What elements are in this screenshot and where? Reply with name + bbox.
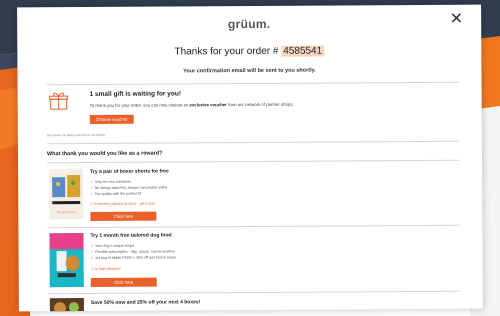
brand-logo: grüum.: [227, 16, 271, 32]
confirmation-subtitle: Your confirmation email will be sent to …: [183, 67, 316, 75]
offer-click-here-button[interactable]: Click here: [90, 211, 157, 221]
offer-title: Save 50% now and 25% off your next 4 box…: [90, 299, 201, 306]
reward-question: What thank you would you like as a rewar…: [46, 150, 163, 158]
urgency-note: ◷ In high demand!: [90, 266, 121, 271]
offer-image-dog-food[interactable]: [49, 233, 84, 288]
close-icon[interactable]: ✕: [450, 9, 464, 29]
check-icon: ✓: [90, 243, 94, 248]
gift-icon: [49, 91, 69, 111]
offer-bullet: ✓Flexible subscription - skip, pause, ca…: [90, 249, 176, 254]
offer-bullet: ✓Your dog's unique recipe: [90, 243, 135, 248]
image-caption: The pair for free: [56, 210, 77, 215]
order-confirmation-modal: grüum. ✕ Thanks for your order # 4585541…: [17, 4, 483, 312]
check-icon: ✓: [90, 255, 94, 260]
offer-bullet: ✓1st bag of kibble FREE + 30% off wet fo…: [90, 255, 177, 260]
offer-bullet: ✓No strings attached, always cancelable …: [90, 185, 168, 190]
check-icon: ✓: [90, 249, 94, 254]
offer-image-meal-box[interactable]: [49, 298, 84, 312]
gift-title: 1 small gift is waiting for you!: [89, 90, 182, 98]
offer-title: Try 1 month free tailored dog food: [90, 232, 172, 239]
gift-description: To thank you for your order, you can now…: [89, 101, 294, 108]
data-protection-link[interactable]: Information on data protection by Sovend…: [47, 133, 105, 137]
check-icon: ✓: [90, 191, 94, 196]
check-icon: ✓: [90, 179, 94, 184]
check-icon: ✓: [90, 185, 94, 190]
offer-click-here-button[interactable]: Click here: [90, 277, 157, 287]
page-title: Thanks for your order # 4585541: [17, 45, 481, 59]
divider: [47, 224, 460, 229]
offer-image-boxers[interactable]: The pair for free: [49, 169, 84, 220]
order-number: 4585541: [281, 45, 325, 57]
divider: [47, 159, 460, 164]
offer-bullet: ✓Only for new members: [90, 179, 131, 184]
urgency-note: ◷ Extremely popular product - get it fas…: [90, 201, 156, 206]
offer-bullet: ✓Top quality with the perfect fit: [90, 191, 142, 196]
title-prefix: Thanks for your order #: [174, 45, 279, 58]
divider: [46, 140, 459, 145]
offer-title: Try a pair of boxer shorts for free: [90, 168, 169, 175]
choose-voucher-button[interactable]: Choose voucher: [89, 114, 134, 124]
divider: [46, 81, 459, 86]
divider: [47, 290, 460, 295]
